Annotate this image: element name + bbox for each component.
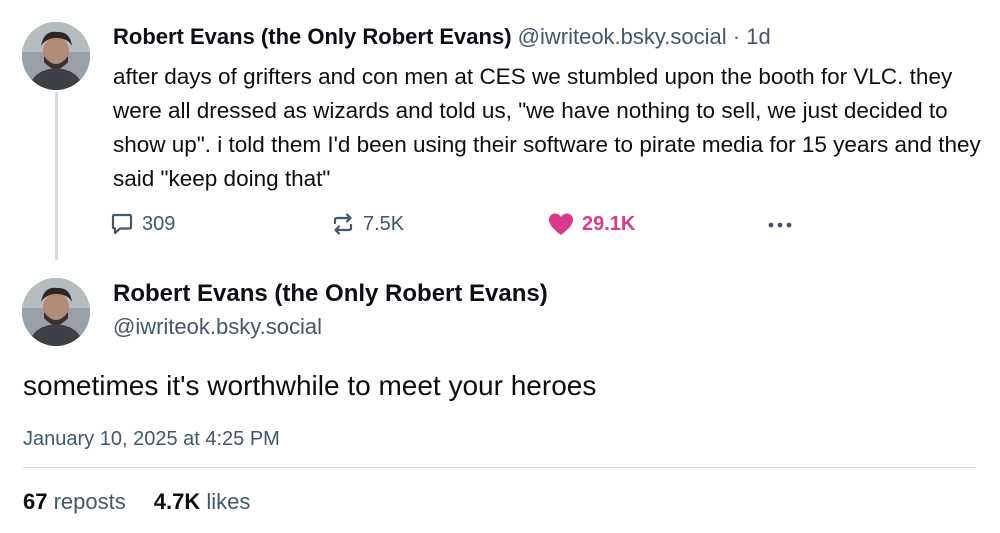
repost-arrows-icon bbox=[333, 213, 353, 235]
divider bbox=[23, 467, 976, 468]
post-actions: 309 7.5K 29.1K bbox=[108, 207, 808, 241]
repost-count: 7.5K bbox=[363, 212, 405, 235]
more-options-button[interactable] bbox=[763, 207, 797, 241]
avatar[interactable] bbox=[22, 22, 90, 90]
author-name[interactable]: Robert Evans (the Only Robert Evans) bbox=[113, 278, 548, 310]
reply-count: 309 bbox=[142, 212, 176, 235]
avatar-photo bbox=[22, 22, 90, 90]
post-age[interactable]: 1d bbox=[746, 24, 770, 49]
author-handle[interactable]: @iwriteok.bsky.social bbox=[518, 24, 727, 49]
heart-filled-icon bbox=[549, 213, 573, 235]
ellipsis-icon bbox=[768, 222, 792, 228]
likes-stat[interactable]: 4.7K likes bbox=[154, 487, 251, 517]
speech-bubble-icon bbox=[111, 213, 133, 235]
avatar[interactable] bbox=[22, 278, 90, 346]
reply-button[interactable]: 309 bbox=[108, 207, 175, 241]
post-text: after days of grifters and con men at CE… bbox=[113, 64, 981, 191]
like-count: 29.1K bbox=[582, 212, 636, 235]
author-handle[interactable]: @iwriteok.bsky.social bbox=[113, 312, 322, 342]
avatar-photo bbox=[22, 278, 90, 346]
parent-post: Robert Evans (the Only Robert Evans) @iw… bbox=[0, 0, 1000, 262]
reposts-stat[interactable]: 67 reposts bbox=[23, 487, 126, 517]
reposts-count: 67 bbox=[23, 489, 48, 514]
post-header: Robert Evans (the Only Robert Evans) @iw… bbox=[113, 22, 771, 52]
post-text: sometimes it's worthwhile to meet your h… bbox=[23, 370, 597, 401]
post-timestamp: January 10, 2025 at 4:25 PM bbox=[23, 428, 280, 450]
separator-dot: · bbox=[726, 24, 747, 49]
repost-button[interactable]: 7.5K bbox=[329, 207, 404, 241]
engagement-stats: 67 reposts 4.7K likes bbox=[23, 487, 250, 517]
author-name[interactable]: Robert Evans (the Only Robert Evans) bbox=[113, 24, 512, 49]
likes-count: 4.7K bbox=[153, 489, 201, 514]
thread-connector-line bbox=[55, 92, 58, 260]
likes-label: likes bbox=[206, 489, 251, 514]
main-post: Robert Evans (the Only Robert Evans) @iw… bbox=[0, 262, 1000, 533]
reposts-label: reposts bbox=[53, 489, 126, 514]
like-button[interactable]: 29.1K bbox=[546, 207, 635, 241]
